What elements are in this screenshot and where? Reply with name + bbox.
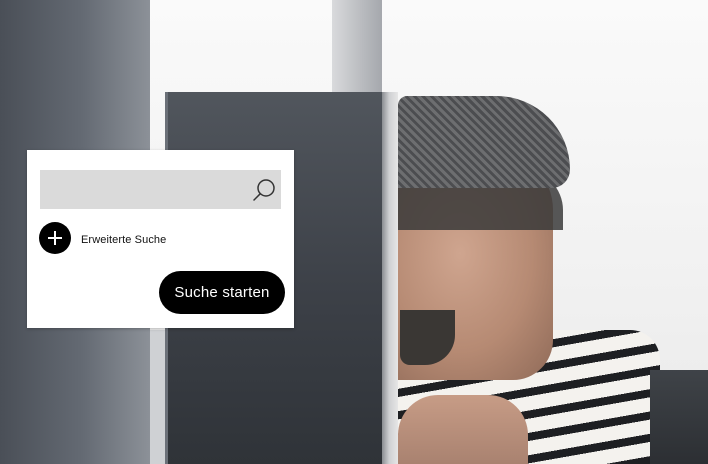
start-search-button[interactable]: Suche starten xyxy=(159,271,285,314)
photo-person-arm xyxy=(398,395,528,464)
search-box xyxy=(40,170,281,209)
stage: Erweiterte Suche Suche starten xyxy=(0,0,708,464)
photo-right-panel xyxy=(650,370,708,464)
search-input[interactable] xyxy=(40,170,247,209)
search-icon[interactable] xyxy=(247,170,281,209)
advanced-search-toggle[interactable]: Erweiterte Suche xyxy=(39,222,166,254)
plus-icon[interactable] xyxy=(39,222,71,254)
search-card: Erweiterte Suche Suche starten xyxy=(27,150,294,328)
photo-monitor-edge xyxy=(382,92,398,464)
advanced-search-label[interactable]: Erweiterte Suche xyxy=(81,234,166,246)
